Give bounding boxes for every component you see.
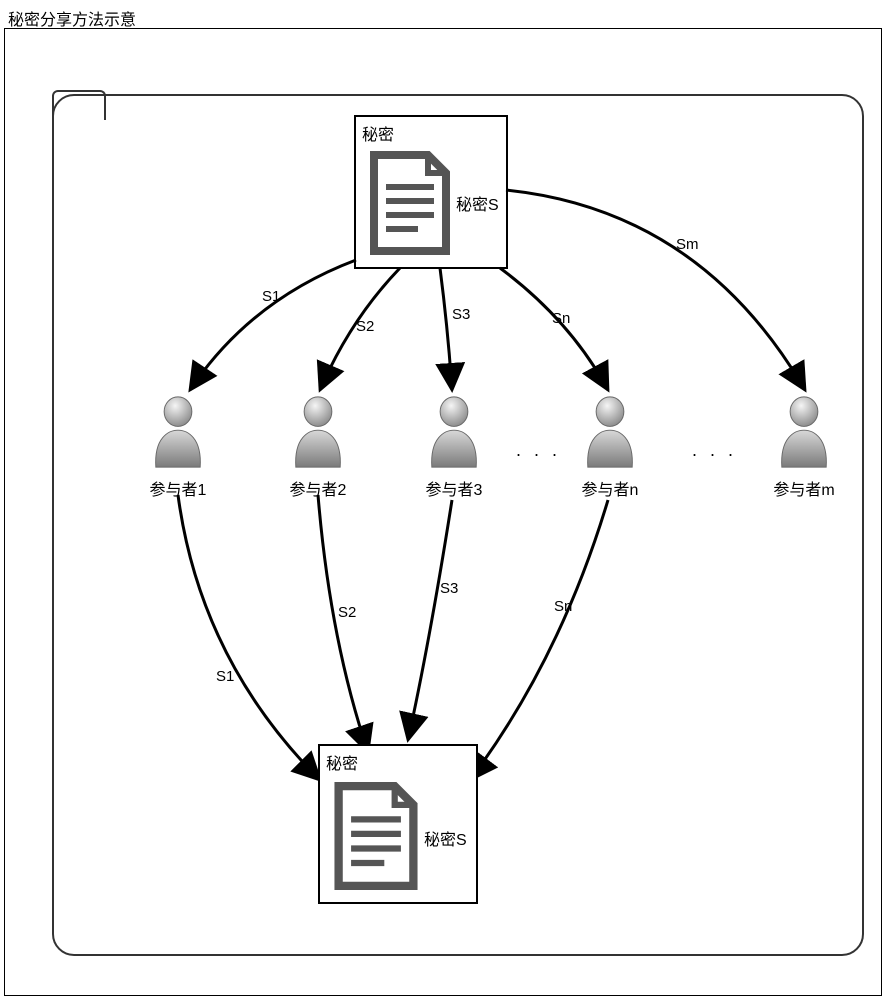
- participant-label-m: 参与者m: [764, 476, 844, 500]
- share-down-m: Sm: [676, 236, 699, 253]
- share-up-1: S1: [216, 668, 234, 685]
- person-icon: [150, 395, 206, 474]
- ellipsis: . . .: [692, 440, 737, 461]
- diagram-title: 秘密分享方法示意: [8, 6, 136, 30]
- secret-node-bottom: 秘密 秘密S: [318, 744, 478, 904]
- share-up-2: S2: [338, 604, 356, 621]
- secret-top-header: 秘密: [362, 121, 394, 145]
- secret-node-top: 秘密 秘密S: [354, 115, 508, 269]
- person-icon: [776, 395, 832, 474]
- secret-top-caption: 秘密S: [456, 191, 499, 215]
- person-icon: [290, 395, 346, 474]
- person-icon: [582, 395, 638, 474]
- person-icon: [426, 395, 482, 474]
- diagram-canvas: 秘密分享方法示意 秘密 秘密S: [0, 0, 885, 1000]
- share-down-1: S1: [262, 288, 280, 305]
- participant-label-2: 参与者2: [278, 476, 358, 500]
- share-up-3: S3: [440, 580, 458, 597]
- participant-label-n: 参与者n: [570, 476, 650, 500]
- secret-bottom-caption: 秘密S: [424, 826, 467, 850]
- document-icon: [332, 782, 420, 895]
- share-down-n: Sn: [552, 310, 570, 327]
- secret-bottom-header: 秘密: [326, 750, 358, 774]
- share-down-2: S2: [356, 318, 374, 335]
- document-icon: [368, 151, 452, 260]
- share-up-n: Sn: [554, 598, 572, 615]
- participant-label-1: 参与者1: [138, 476, 218, 500]
- participant-label-3: 参与者3: [414, 476, 494, 500]
- share-down-3: S3: [452, 306, 470, 323]
- ellipsis: . . .: [516, 440, 561, 461]
